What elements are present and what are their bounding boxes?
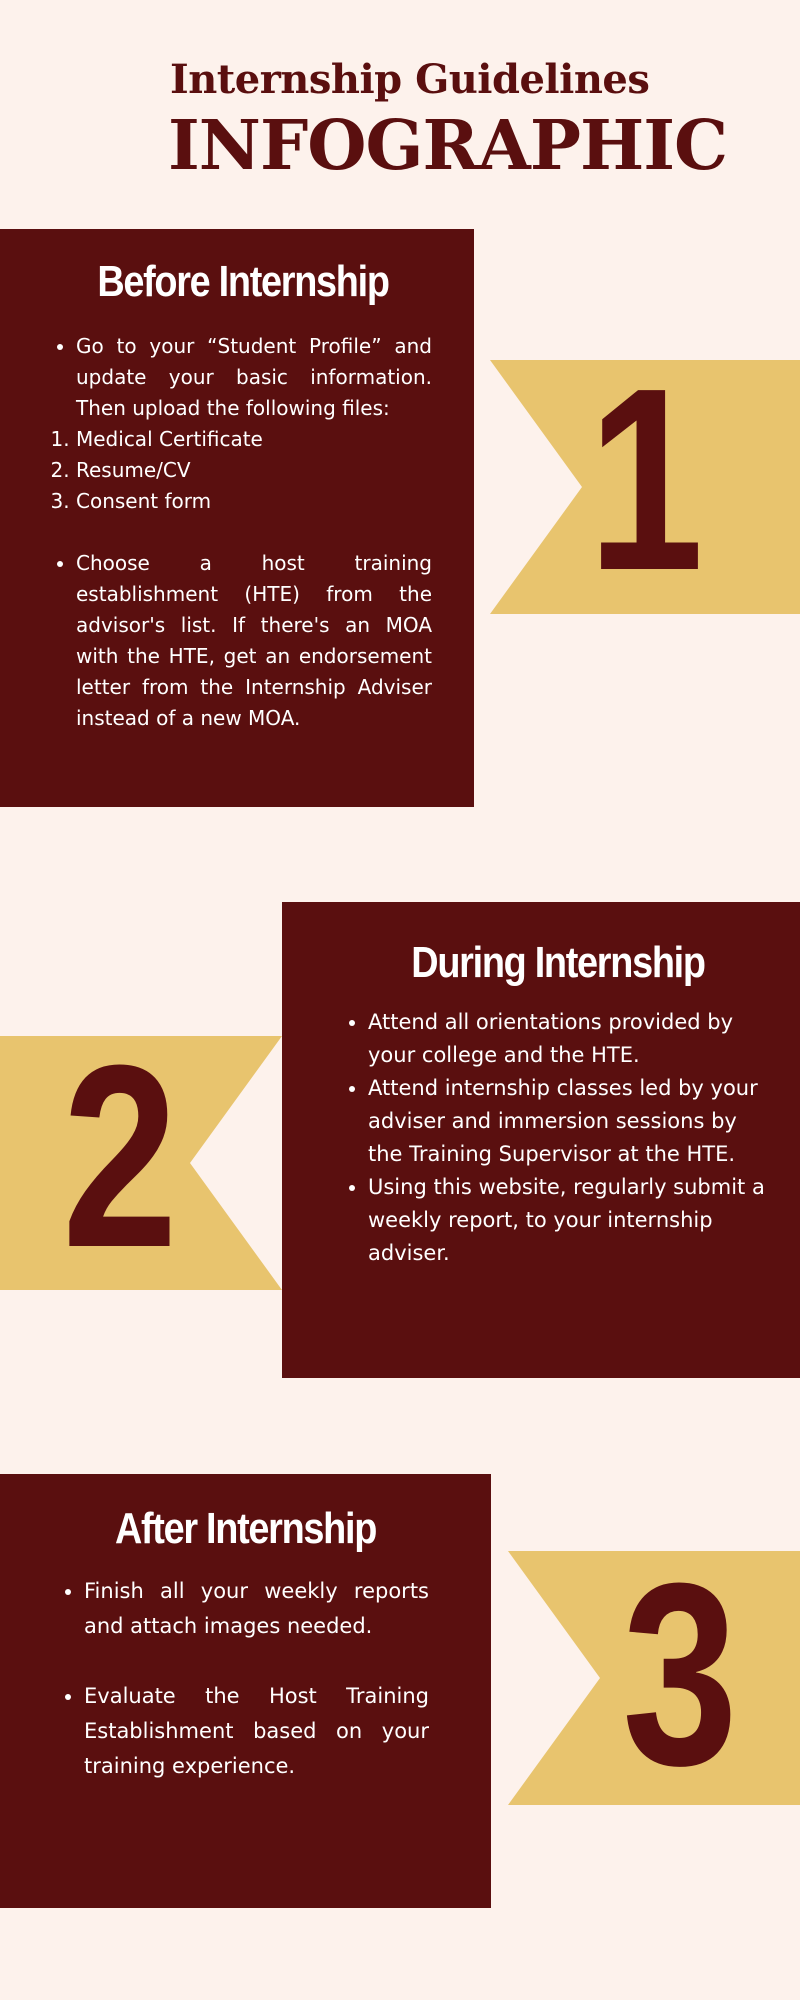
- step-number-3: 3: [622, 1530, 738, 1820]
- section-heading: Before Internship: [97, 257, 390, 306]
- list-item: Using this website, regularly submit a w…: [368, 1171, 770, 1270]
- list-item: Choose a host training establishment (HT…: [76, 548, 432, 734]
- page-title: INFOGRAPHIC: [168, 106, 728, 186]
- list-item: Evaluate the Host Training Establishment…: [84, 1679, 429, 1784]
- list-item: Finish all your weekly reports and attac…: [84, 1574, 429, 1644]
- before-bullets-2: Choose a host training establishment (HT…: [54, 548, 432, 734]
- list-item: Resume/CV: [76, 455, 432, 486]
- list-item: Medical Certificate: [76, 424, 432, 455]
- after-bullets-2: Evaluate the Host Training Establishment…: [62, 1679, 429, 1784]
- list-item: Go to your “Student Profile” and update …: [76, 331, 432, 424]
- section-heading: After Internship: [114, 1504, 377, 1553]
- during-internship-panel: During Internship Attend all orientation…: [282, 902, 800, 1378]
- after-internship-panel: After Internship Finish all your weekly …: [0, 1474, 491, 1908]
- before-bullets: Go to your “Student Profile” and update …: [54, 331, 432, 424]
- after-bullets: Finish all your weekly reports and attac…: [62, 1574, 429, 1644]
- page-subtitle: Internship Guidelines: [170, 56, 650, 103]
- files-list: Medical Certificate Resume/CV Consent fo…: [54, 424, 432, 517]
- list-item: Consent form: [76, 486, 432, 517]
- during-bullets: Attend all orientations provided by your…: [346, 1006, 770, 1270]
- step-number-1: 1: [588, 335, 704, 625]
- list-item: Attend internship classes led by your ad…: [368, 1072, 770, 1171]
- section-heading: During Internship: [411, 938, 706, 987]
- step-number-2: 2: [62, 1012, 178, 1302]
- before-internship-panel: Before Internship Go to your “Student Pr…: [0, 229, 474, 807]
- list-item: Attend all orientations provided by your…: [368, 1006, 770, 1072]
